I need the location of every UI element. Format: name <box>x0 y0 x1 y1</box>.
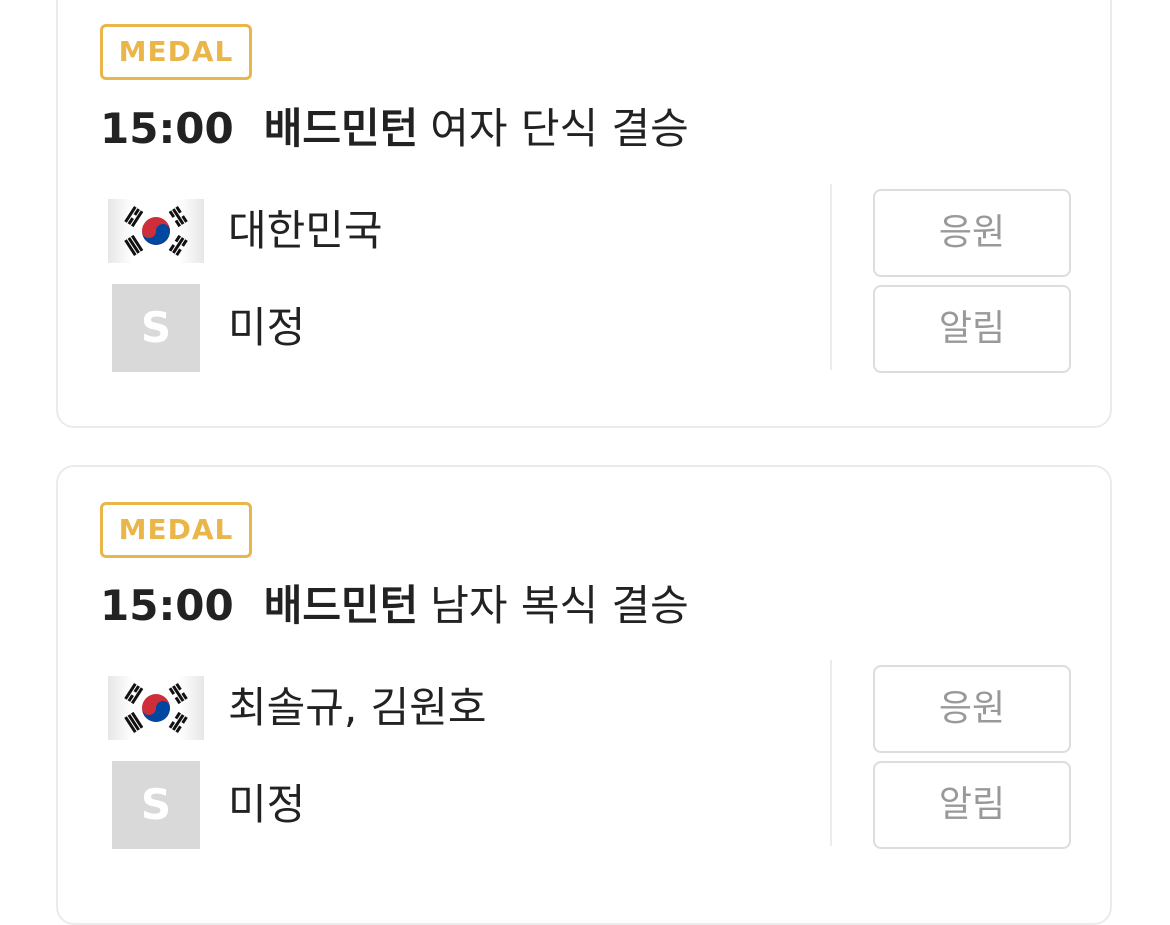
match-event: 여자 단식 결승 <box>430 104 689 153</box>
match-title: 15:00 배드민턴 여자 단식 결승 <box>100 102 689 156</box>
cheer-button[interactable]: 응원 <box>873 665 1071 753</box>
team-name: 미정 <box>228 303 306 352</box>
team-row: 대한민국 <box>108 187 808 275</box>
team-row: S 미정 <box>108 761 808 849</box>
placeholder-s-icon: S <box>112 761 200 849</box>
match-event: 남자 복식 결승 <box>430 581 689 630</box>
team-name: 최솔규, 김원호 <box>228 683 487 732</box>
korea-flag-icon <box>108 676 204 740</box>
match-title: 15:00 배드민턴 남자 복식 결승 <box>100 579 689 633</box>
cheer-button[interactable]: 응원 <box>873 189 1071 277</box>
team-name: 대한민국 <box>228 206 383 255</box>
medal-badge: MEDAL <box>100 502 252 558</box>
alarm-button[interactable]: 알림 <box>873 761 1071 849</box>
alarm-button[interactable]: 알림 <box>873 285 1071 373</box>
team-name: 미정 <box>228 780 306 829</box>
placeholder-s-icon: S <box>112 284 200 372</box>
match-card: MEDAL 15:00 배드민턴 남자 복식 결승 최솔규, 김원호 S 미정 … <box>56 465 1112 925</box>
divider <box>830 660 832 846</box>
team-row: 최솔규, 김원호 <box>108 664 808 752</box>
match-time: 15:00 <box>100 104 234 153</box>
match-sport: 배드민턴 <box>263 581 419 630</box>
match-time: 15:00 <box>100 581 234 630</box>
medal-badge: MEDAL <box>100 24 252 80</box>
divider <box>830 184 832 370</box>
korea-flag-icon <box>108 199 204 263</box>
match-card: MEDAL 15:00 배드민턴 여자 단식 결승 대한민국 S 미정 응원 알… <box>56 0 1112 428</box>
match-sport: 배드민턴 <box>263 104 419 153</box>
team-row: S 미정 <box>108 284 808 372</box>
